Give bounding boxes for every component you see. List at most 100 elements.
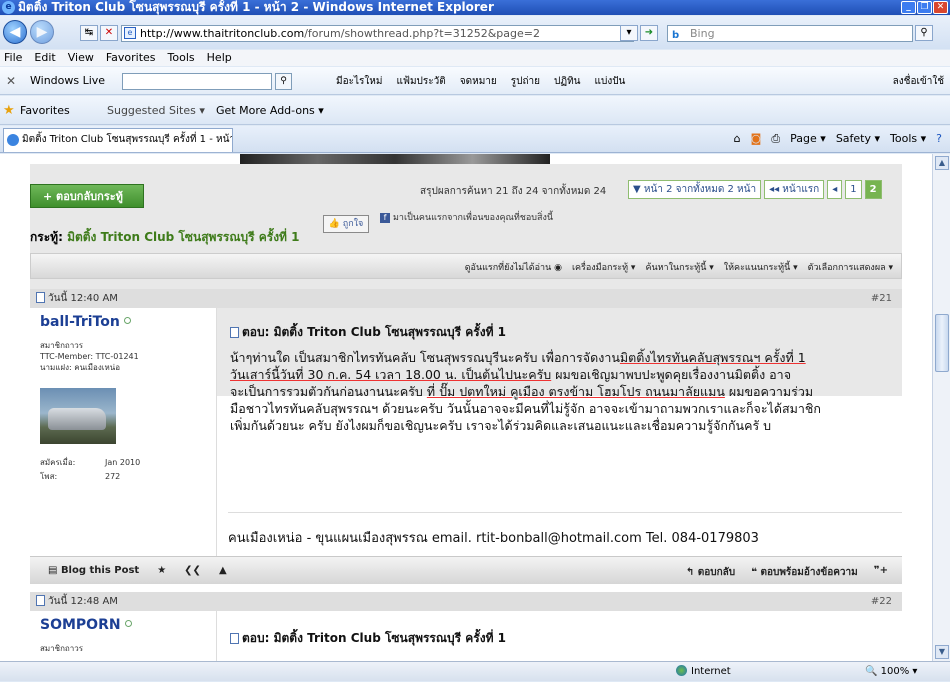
page-menu[interactable]: Page ▾ <box>790 132 826 146</box>
first-unread-link[interactable]: ดูอันแรกที่ยังไม่ได้อ่าน ◉ <box>465 260 562 274</box>
menu-help[interactable]: Help <box>207 50 232 66</box>
search-thread-menu[interactable]: ค้นหาในกระทู้นี้ ▾ <box>645 260 713 274</box>
zoom-level[interactable]: 🔍 100% ▾ <box>865 662 917 682</box>
minimize-button[interactable]: _ <box>901 1 916 14</box>
posts-label: โพส: <box>40 472 58 481</box>
home-icon[interactable]: ⌂ <box>734 132 741 146</box>
multiquote-icon[interactable]: ❞+ <box>874 565 888 580</box>
user-alias: นามแฝง: คนเมืองเหน่อ <box>40 363 121 372</box>
thread-tools-menu[interactable]: เครื่องมือกระทู้ ▾ <box>572 260 636 274</box>
menu-view[interactable]: View <box>68 50 94 66</box>
ie-icon: e <box>2 1 15 14</box>
menu-edit[interactable]: Edit <box>34 50 55 66</box>
user-role: สมาชิกถาวร <box>40 341 84 350</box>
star-icon[interactable]: ★ <box>157 565 166 576</box>
tab-bar: มิตติ้ง Triton Club โซนสุพรรณบุรี ครั้งท… <box>0 126 950 153</box>
help-icon[interactable]: ? <box>936 132 942 146</box>
facebook-icon: f <box>380 213 390 223</box>
security-zone: Internet <box>676 662 731 682</box>
address-bar[interactable]: e http://www.thaitritonclub.com/forum/sh… <box>121 25 634 42</box>
menu-tools[interactable]: Tools <box>168 50 195 66</box>
wl-mail[interactable]: จดหมาย <box>460 74 497 89</box>
menu-file[interactable]: File <box>4 50 22 66</box>
fb-like-button[interactable]: 👍 ถูกใจ <box>323 215 369 233</box>
page-info-dropdown[interactable]: ▼ หน้า 2 จากทั้งหมด 2 หน้า <box>628 180 762 199</box>
compat-view-icon[interactable]: ↹ <box>80 25 98 41</box>
page-1-link[interactable]: 1 <box>845 180 862 199</box>
get-addons[interactable]: Get More Add-ons ▾ <box>216 96 324 125</box>
safety-menu[interactable]: Safety ▾ <box>836 132 880 146</box>
post-message: ตอบ: มิตติ้ง Triton Club โซนสุพรรณบุรี ค… <box>230 630 890 655</box>
scroll-down-arrow[interactable]: ▼ <box>935 645 949 659</box>
wl-photos[interactable]: รูปถ่าย <box>511 74 540 89</box>
joined-label: สมัครเมื่อ: <box>40 458 76 467</box>
windows-live-toolbar: ✕ Windows Live ⚲ มีอะไรใหม่ แฟ้มประวัติ … <box>0 67 950 95</box>
post-title-icon <box>230 327 239 338</box>
wl-profile[interactable]: แฟ้มประวัติ <box>396 74 445 89</box>
post-user-info: SOMPORN สมาชิกถาวร <box>30 611 217 661</box>
online-status-icon <box>124 620 132 627</box>
thread-tools-bar: ดูอันแรกที่ยังไม่ได้อ่าน ◉ เครื่องมือกระ… <box>30 253 902 279</box>
display-options-menu[interactable]: ตัวเลือกการแสดงผล ▾ <box>808 260 893 274</box>
fb-like-text: f มาเป็นคนแรกจากเพื่อนของคุณที่ชอบสิ่งนี้ <box>380 213 580 224</box>
post-message: ตอบ: มิตติ้ง Triton Club โซนสุพรรณบุรี ค… <box>230 324 890 434</box>
reply-post-button[interactable]: ↰ ตอบกลับ <box>686 565 735 580</box>
online-status-icon <box>123 317 131 324</box>
post-body: น้าๆท่านใด เป็นสมาชิกไทรทันคลับ โซนสุพรร… <box>230 350 821 433</box>
suggested-sites[interactable]: Suggested Sites ▾ <box>107 96 205 125</box>
window-controls: _ ❐ ✕ <box>901 1 948 14</box>
pagination: ▼ หน้า 2 จากทั้งหมด 2 หน้า ◂◂ หน้าแรก ◂ … <box>628 180 882 199</box>
blog-this-post-button[interactable]: ▤ Blog this Post <box>48 565 139 576</box>
windows-live-search-input[interactable] <box>122 73 272 90</box>
post-action-bar: ▤ Blog this Post ★ ❮❮ ▲ ↰ ตอบกลับ ❝ ตอบพ… <box>30 556 902 584</box>
windows-live-search-icon[interactable]: ⚲ <box>275 73 292 90</box>
feeds-icon[interactable]: ◙ <box>751 132 762 146</box>
post-doc-icon <box>36 292 45 303</box>
scroll-thumb[interactable] <box>935 314 949 372</box>
joined-date: Jan 2010 <box>105 458 141 467</box>
restore-button[interactable]: ❐ <box>917 1 932 14</box>
post-count: 272 <box>105 472 121 481</box>
thread-title: กระทู้: มิตติ้ง Triton Club โซนสุพรรณบุร… <box>30 230 300 244</box>
favorites-star-icon[interactable]: ★ <box>3 96 15 125</box>
username[interactable]: SOMPORN <box>40 617 132 633</box>
page-content: + ตอบกลับกระทู้ สรุปผลการค้นหา 21 ถึง 24… <box>0 154 932 661</box>
vertical-scrollbar[interactable]: ▲ ▼ <box>932 154 950 661</box>
tab-current[interactable]: มิตติ้ง Triton Club โซนสุพรรณบุรี ครั้งท… <box>3 128 233 152</box>
menu-bar: File Edit View Favorites Tools Help <box>0 50 950 66</box>
post-number[interactable]: #21 <box>871 289 892 308</box>
avatar[interactable] <box>40 388 116 444</box>
close-button[interactable]: ✕ <box>933 1 948 14</box>
quote-reply-button[interactable]: ❝ ตอบพร้อมอ้างข้อความ <box>751 565 858 580</box>
reply-thread-button[interactable]: + ตอบกลับกระทู้ <box>30 184 144 208</box>
bing-icon: b <box>672 30 680 41</box>
post-title-icon <box>230 633 239 644</box>
windows-live-logo[interactable]: Windows Live <box>30 74 105 87</box>
forward-button[interactable]: ▶ <box>30 20 54 44</box>
post-number[interactable]: #22 <box>871 592 892 611</box>
favorites-button[interactable]: Favorites <box>20 96 70 125</box>
tools-menu[interactable]: Tools ▾ <box>890 132 926 146</box>
prev-page-link[interactable]: ◂ <box>827 180 843 199</box>
wl-signin[interactable]: ลงชื่อเข้าใช้ <box>893 74 944 89</box>
close-toolbar-icon[interactable]: ✕ <box>6 74 16 88</box>
scroll-up-arrow[interactable]: ▲ <box>935 156 949 170</box>
report-warning-icon[interactable]: ▲ <box>219 565 227 576</box>
print-icon[interactable]: ⎙ <box>771 132 780 146</box>
back-button[interactable]: ◀ <box>3 20 27 44</box>
menu-favorites[interactable]: Favorites <box>106 50 156 66</box>
search-input[interactable]: b Bing <box>667 25 913 42</box>
windows-live-links: มีอะไรใหม่ แฟ้มประวัติ จดหมาย รูปถ่าย ปฏ… <box>336 74 625 89</box>
username[interactable]: ball-TriTon <box>40 314 131 330</box>
stop-icon[interactable]: ✕ <box>100 25 118 41</box>
wl-calendar[interactable]: ปฏิทิน <box>554 74 581 89</box>
wl-whats-new[interactable]: มีอะไรใหม่ <box>336 74 382 89</box>
address-dropdown-icon[interactable]: ▾ <box>620 25 638 41</box>
thanks-icon[interactable]: ❮❮ <box>184 565 201 576</box>
post-title: ตอบ: มิตติ้ง Triton Club โซนสุพรรณบุรี ค… <box>230 324 890 341</box>
search-icon[interactable]: ⚲ <box>915 25 933 41</box>
first-page-link[interactable]: ◂◂ หน้าแรก <box>764 180 825 199</box>
go-arrow-icon[interactable]: ➜ <box>640 25 658 41</box>
wl-share[interactable]: แบ่งปัน <box>595 74 626 89</box>
rate-thread-menu[interactable]: ให้คะแนนกระทู้นี้ ▾ <box>724 260 798 274</box>
